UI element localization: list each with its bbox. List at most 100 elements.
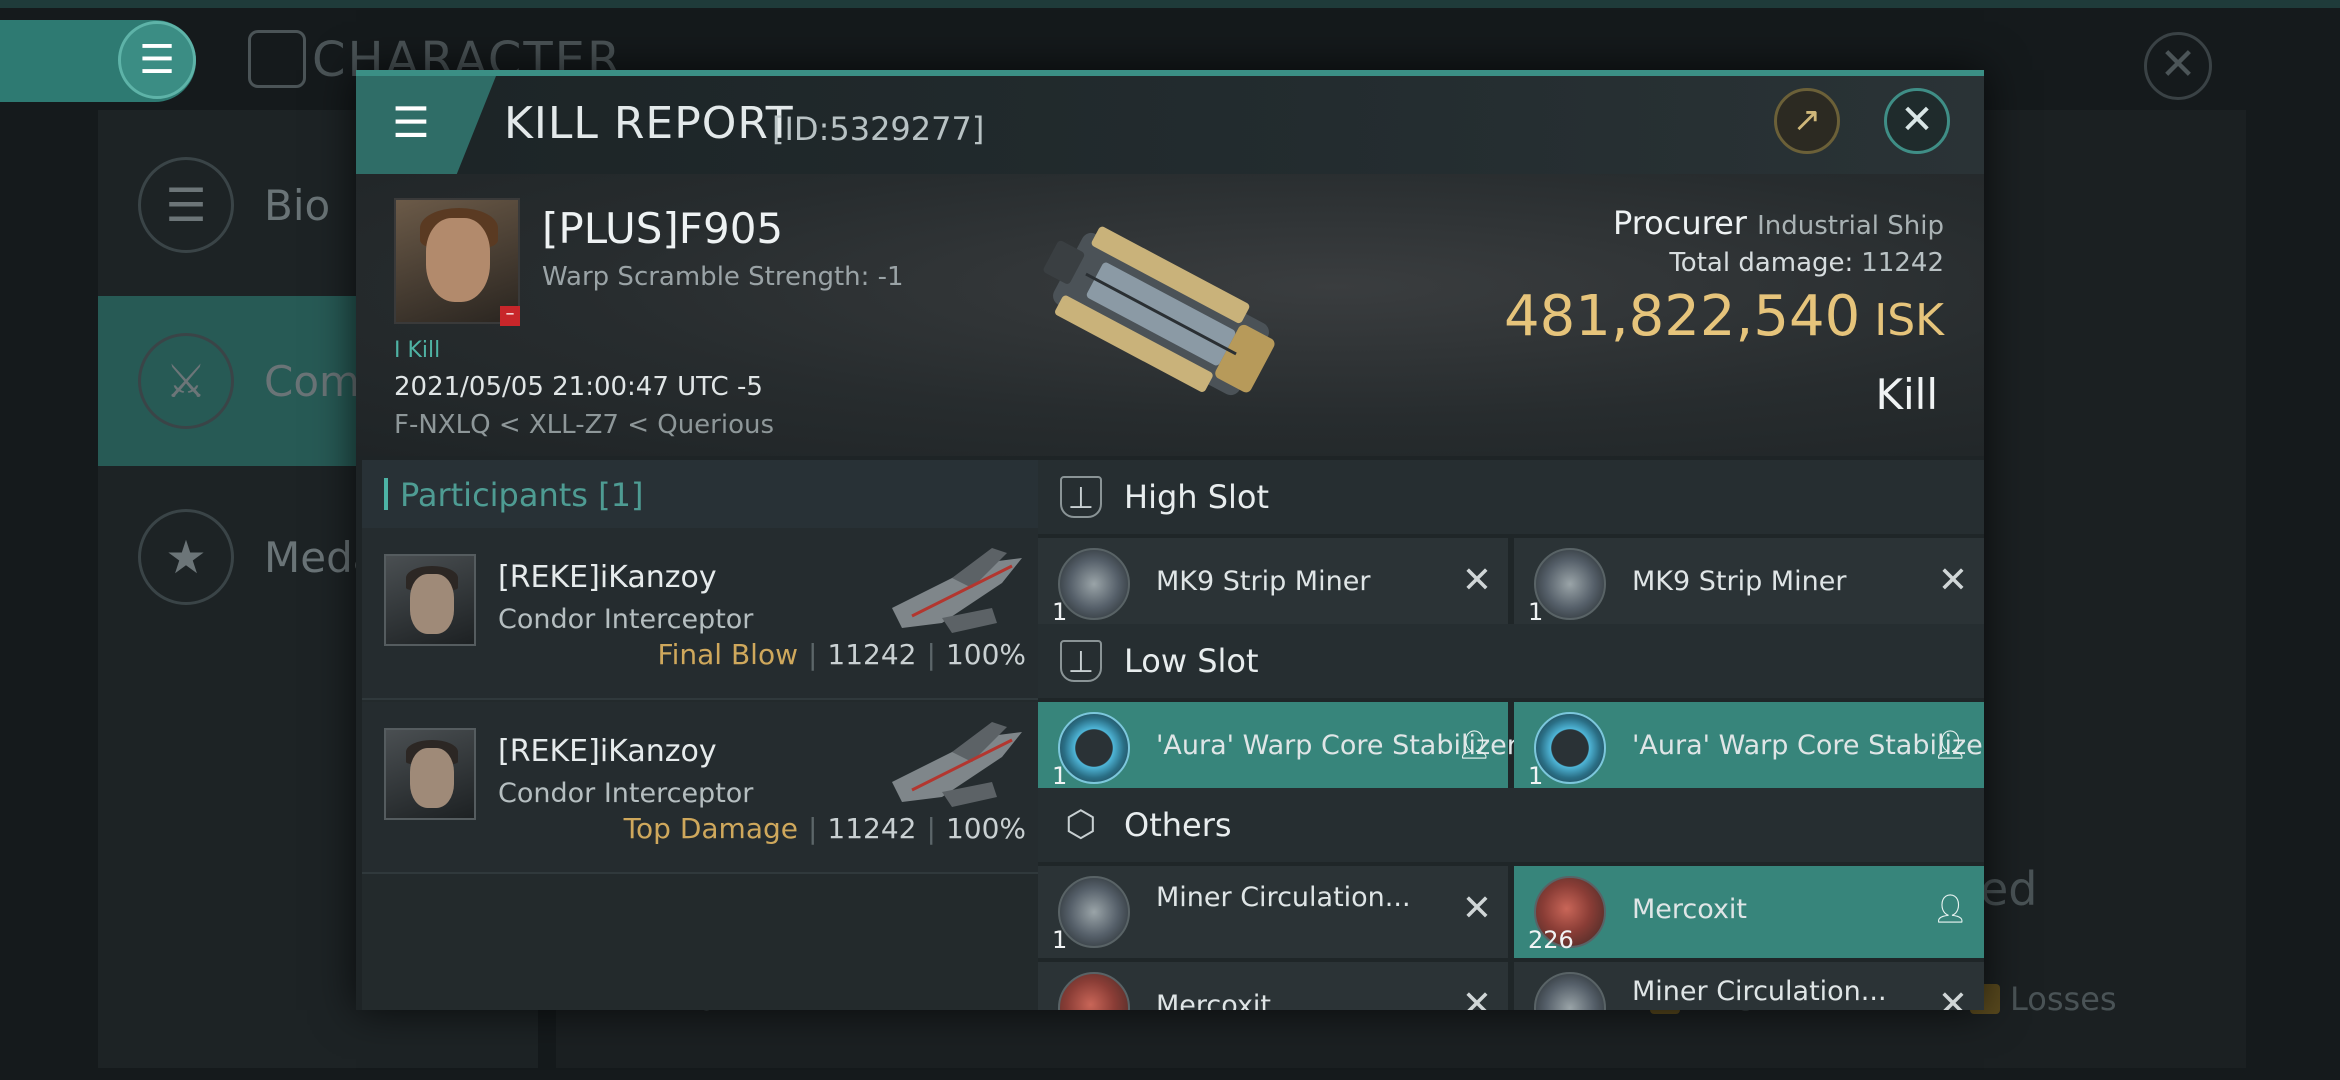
item-name: Mercoxit (1632, 894, 1748, 925)
kill-report-modal: ☰ KILL REPORT [ID:5329277] ↗ ✕ – [PLUS]F… (356, 70, 1984, 1010)
mercoxit-ore-icon (1058, 972, 1130, 1010)
low-slot-item[interactable]: 1 'Aura' Warp Core Stabilizer 👤︎ (1038, 702, 1518, 794)
others-item[interactable]: Miner Circulation... ✕ (1514, 962, 1984, 1010)
close-icon[interactable]: ✕ (1884, 88, 1950, 154)
others-header: ⬡ Others (1038, 788, 1984, 862)
rig-icon (1058, 876, 1130, 948)
high-slot-header: ⊥ High Slot (1038, 460, 1984, 534)
participant-avatar[interactable] (384, 728, 476, 820)
crossed-swords-icon: ⚔ (138, 333, 234, 429)
item-qty: 1 (1052, 926, 1068, 954)
participant-name: [REKE]iKanzoy (498, 560, 717, 595)
item-qty: 1 (1052, 598, 1068, 626)
kill-datetime: 2021/05/05 21:00:47 UTC -5 (394, 372, 763, 402)
warp-core-stabilizer-icon (1058, 712, 1130, 784)
participant-ship-image (892, 722, 1022, 807)
participant-stats: Final Blow | 11242 | 100% (657, 638, 1026, 671)
high-slot-item[interactable]: 1 MK9 Strip Miner ✕ (1514, 538, 1984, 630)
kill-id: [ID:5329277] (772, 110, 985, 148)
others-item[interactable]: 1 Miner Circulation... ✕ (1038, 866, 1508, 958)
standing-negative-icon: – (500, 305, 520, 326)
kill-summary: – [PLUS]F905 Warp Scramble Strength: -1 … (356, 174, 1984, 456)
warp-scramble-text: Warp Scramble Strength: -1 (542, 262, 904, 292)
menu-icon[interactable]: ☰ (386, 98, 436, 148)
participant-percent: 100% (945, 638, 1026, 671)
participants-header: Participants [1] (362, 460, 1038, 528)
item-name: MK9 Strip Miner (1632, 566, 1847, 597)
cargo-box-icon: ⬡ (1065, 804, 1097, 845)
bg-menu-icon[interactable]: ☰ (118, 21, 196, 99)
participant-ship-image (892, 548, 1022, 633)
low-slot-label: Low Slot (1124, 642, 1259, 680)
final-blow-tag: Final Blow (657, 638, 798, 671)
high-slot-item[interactable]: 1 MK9 Strip Miner ✕ (1038, 538, 1508, 630)
total-damage-value: 11242 (1861, 248, 1944, 278)
ship-class: Industrial Ship (1757, 211, 1944, 241)
rig-icon (1534, 972, 1606, 1010)
victim-ship-name[interactable]: Procurer Industrial Ship (1613, 204, 1944, 242)
others-label: Others (1124, 806, 1232, 844)
victim-name[interactable]: [PLUS]F905 (542, 204, 783, 253)
modal-header: ☰ KILL REPORT [ID:5329277] ↗ ✕ (356, 76, 1984, 174)
participant-ship: Condor Interceptor (498, 778, 754, 809)
destroyed-x-icon: ✕ (1461, 984, 1492, 1010)
victim-portrait[interactable]: – (394, 198, 520, 326)
high-slot-label: High Slot (1124, 478, 1270, 516)
isk-amount: 481,822,540 (1503, 284, 1861, 349)
kill-tag: I Kill (394, 338, 441, 363)
participants-title: Participants [1] (400, 476, 644, 514)
item-name: 'Aura' Warp Core Stabilizer (1632, 730, 1984, 761)
isk-unit: ISK (1874, 295, 1944, 346)
destroyed-x-icon: ✕ (1461, 888, 1492, 929)
participant-ship: Condor Interceptor (498, 604, 754, 635)
item-qty: 226 (1528, 926, 1574, 954)
item-qty: 1 (1528, 762, 1544, 790)
high-slot-icon: ⊥ (1060, 476, 1102, 518)
participant-damage: 11242 (827, 812, 917, 845)
star-medal-icon: ★ (138, 509, 234, 605)
participant-percent: 100% (945, 812, 1026, 845)
dropped-person-icon: 👤︎ (1932, 728, 1968, 761)
item-qty: 1 (1528, 598, 1544, 626)
strip-miner-icon (1058, 548, 1130, 620)
low-slot-header: ⊥ Low Slot (1038, 624, 1984, 698)
bg-losses-label: Losses (2010, 980, 2117, 1018)
item-name: Miner Circulation... (1632, 976, 1887, 1007)
item-name: MK9 Strip Miner (1156, 566, 1371, 597)
participant-row[interactable]: [REKE]iKanzoy Condor Interceptor Top Dam… (362, 702, 1038, 874)
total-damage-label: Total damage: (1669, 248, 1854, 278)
fitting-panel: ⊥ High Slot 1 MK9 Strip Miner ✕ 1 MK9 St… (1038, 460, 1984, 1010)
participant-name: [REKE]iKanzoy (498, 734, 717, 769)
participant-avatar[interactable] (384, 554, 476, 646)
list-icon: ☰ (138, 157, 234, 253)
ship-type-name: Procurer (1612, 204, 1747, 242)
modal-title: KILL REPORT (504, 98, 794, 149)
warp-core-stabilizer-icon (1534, 712, 1606, 784)
destroyed-x-icon: ✕ (1937, 560, 1968, 601)
item-qty: 1 (1052, 762, 1068, 790)
victim-ship-image[interactable] (1016, 204, 1306, 424)
top-damage-tag: Top Damage (623, 812, 798, 845)
participant-stats: Top Damage | 11242 | 100% (623, 812, 1026, 845)
bg-close-icon[interactable]: ✕ (2144, 32, 2212, 100)
bg-partial-text: ed (1980, 862, 2038, 916)
strip-miner-icon (1534, 548, 1606, 620)
destroyed-x-icon: ✕ (1937, 984, 1968, 1010)
item-name: Mercoxit (1156, 990, 1272, 1010)
item-name: Miner Circulation... (1156, 882, 1411, 913)
others-item[interactable]: Mercoxit ✕ (1038, 962, 1508, 1010)
participant-damage: 11242 (827, 638, 917, 671)
low-slot-item[interactable]: 1 'Aura' Warp Core Stabilizer 👤︎ (1514, 702, 1984, 794)
isk-value: 481,822,540 ISK (1504, 284, 1944, 349)
participants-panel: Participants [1] [REKE]iKanzoy Condor In… (362, 460, 1038, 1010)
participant-row[interactable]: [REKE]iKanzoy Condor Interceptor Final B… (362, 528, 1038, 700)
top-accent-line (0, 0, 2340, 8)
kill-location[interactable]: F-NXLQ < XLL-Z7 < Querious (394, 410, 774, 440)
low-slot-icon: ⊥ (1060, 640, 1102, 682)
share-icon[interactable]: ↗ (1774, 88, 1840, 154)
bg-tab-label: Bio (264, 180, 331, 230)
total-damage: Total damage: 11242 (1669, 248, 1944, 278)
others-item[interactable]: 226 Mercoxit 👤︎ (1514, 866, 1984, 958)
dropped-person-icon: 👤︎ (1932, 892, 1968, 925)
dropped-person-icon: 👤︎ (1456, 728, 1492, 761)
